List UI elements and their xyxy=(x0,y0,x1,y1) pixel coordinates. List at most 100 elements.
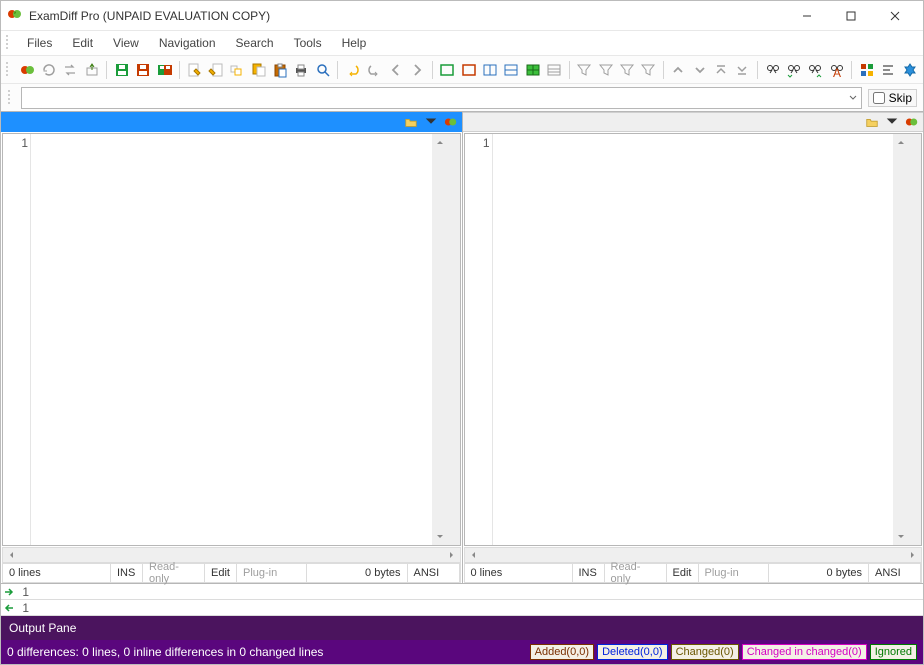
output-pane-label: Output Pane xyxy=(9,621,76,635)
compare-right-icon[interactable] xyxy=(903,113,921,131)
vscrollbar-left[interactable] xyxy=(432,134,448,545)
editor-right[interactable] xyxy=(493,134,894,545)
scroll-left-icon[interactable] xyxy=(3,548,19,562)
scroll-right-icon[interactable] xyxy=(444,548,460,562)
status-ignored[interactable]: Ignored xyxy=(870,644,917,660)
layout-grid-icon[interactable] xyxy=(523,59,542,81)
menu-tools[interactable]: Tools xyxy=(284,33,332,53)
search-input[interactable] xyxy=(21,87,862,109)
open-file-left-icon[interactable] xyxy=(402,113,420,131)
status-plugin: Plug-in xyxy=(237,564,307,582)
filter-4-icon[interactable] xyxy=(639,59,658,81)
preview-icon[interactable] xyxy=(313,59,332,81)
status-message: 0 differences: 0 lines, 0 inline differe… xyxy=(7,645,527,659)
output-pane-title[interactable]: Output Pane xyxy=(1,616,923,640)
copy-line-icon[interactable] xyxy=(228,59,247,81)
main-split: 1 0 lines INS Read-only Edit Plug-in 0 b… xyxy=(1,111,923,583)
filter-3-icon[interactable] xyxy=(617,59,636,81)
copy-block-icon[interactable] xyxy=(249,59,268,81)
sync-arrow-left-icon[interactable] xyxy=(1,603,17,613)
close-button[interactable] xyxy=(873,1,917,31)
compare-icon[interactable] xyxy=(18,59,37,81)
scroll-right-icon[interactable] xyxy=(905,548,921,562)
edit-left-icon[interactable] xyxy=(185,59,204,81)
scroll-down-icon[interactable] xyxy=(432,529,448,545)
open-dropdown-left-icon[interactable] xyxy=(422,113,440,131)
extension-icon[interactable] xyxy=(900,59,919,81)
editor-left[interactable] xyxy=(31,134,432,545)
save-left-icon[interactable] xyxy=(112,59,131,81)
skip-checkbox[interactable] xyxy=(873,92,885,104)
minimize-button[interactable] xyxy=(785,1,829,31)
hscrollbar-right[interactable] xyxy=(464,547,923,563)
redo-icon[interactable] xyxy=(365,59,384,81)
paste-icon[interactable] xyxy=(270,59,289,81)
diffbar-right[interactable] xyxy=(909,134,921,545)
hscrollbar-left[interactable] xyxy=(2,547,461,563)
window-title: ExamDiff Pro (UNPAID EVALUATION COPY) xyxy=(29,9,785,23)
nav-back-icon[interactable] xyxy=(386,59,405,81)
menu-navigation[interactable]: Navigation xyxy=(149,33,226,53)
layout-none-icon[interactable] xyxy=(438,59,457,81)
layout-mix-icon[interactable] xyxy=(544,59,563,81)
find-3-icon[interactable] xyxy=(806,59,825,81)
save-right-icon[interactable] xyxy=(134,59,153,81)
status-changed[interactable]: Changed(0) xyxy=(671,644,739,660)
search-gripper-icon[interactable] xyxy=(7,89,15,107)
status-bytes: 0 bytes xyxy=(307,564,408,582)
open-dropdown-right-icon[interactable] xyxy=(883,113,901,131)
undo-icon[interactable] xyxy=(343,59,362,81)
filter-2-icon[interactable] xyxy=(596,59,615,81)
layout-split-h-icon[interactable] xyxy=(480,59,499,81)
menu-help[interactable]: Help xyxy=(332,33,377,53)
swap-icon[interactable] xyxy=(61,59,80,81)
options-icon[interactable] xyxy=(857,59,876,81)
menubar-gripper-icon[interactable] xyxy=(5,34,13,52)
search-dropdown-icon[interactable] xyxy=(846,91,860,105)
sync-row: 1 xyxy=(1,584,923,600)
sync-number: 1 xyxy=(17,585,31,599)
status-deleted[interactable]: Deleted(0,0) xyxy=(597,644,668,660)
maximize-button[interactable] xyxy=(829,1,873,31)
sync-arrow-right-icon[interactable] xyxy=(1,587,17,597)
menu-view[interactable]: View xyxy=(103,33,149,53)
align-icon[interactable] xyxy=(879,59,898,81)
nav-bottom-icon[interactable] xyxy=(733,59,752,81)
pane-left: 1 0 lines INS Read-only Edit Plug-in 0 b… xyxy=(1,112,463,583)
scroll-up-icon[interactable] xyxy=(432,134,448,150)
search-row: Skip xyxy=(1,83,923,111)
menu-files[interactable]: Files xyxy=(17,33,62,53)
diffbar-left[interactable] xyxy=(448,134,460,545)
scroll-up-icon[interactable] xyxy=(893,134,909,150)
save-both-icon[interactable] xyxy=(155,59,174,81)
vscrollbar-right[interactable] xyxy=(893,134,909,545)
layout-split-v-icon[interactable] xyxy=(502,59,521,81)
statusbar: 0 differences: 0 lines, 0 inline differe… xyxy=(1,640,923,664)
scroll-left-icon[interactable] xyxy=(465,548,481,562)
nav-forward-icon[interactable] xyxy=(407,59,426,81)
toolbar-gripper-icon[interactable] xyxy=(5,61,12,79)
find-2-icon[interactable] xyxy=(784,59,803,81)
print-icon[interactable] xyxy=(292,59,311,81)
refresh-icon[interactable] xyxy=(39,59,58,81)
pane-right: 1 0 lines INS Read-only Edit Plug-in 0 b… xyxy=(463,112,924,583)
menu-search[interactable]: Search xyxy=(226,33,284,53)
export-icon[interactable] xyxy=(82,59,101,81)
filter-1-icon[interactable] xyxy=(574,59,593,81)
scroll-down-icon[interactable] xyxy=(893,529,909,545)
find-1-icon[interactable] xyxy=(763,59,782,81)
nav-top-icon[interactable] xyxy=(711,59,730,81)
status-changed-in-changed[interactable]: Changed in changed(0) xyxy=(742,644,867,660)
layout-single-icon[interactable] xyxy=(459,59,478,81)
status-added[interactable]: Added(0,0) xyxy=(530,644,594,660)
menu-edit[interactable]: Edit xyxy=(62,33,103,53)
open-file-right-icon[interactable] xyxy=(863,113,881,131)
edit-right-icon[interactable] xyxy=(206,59,225,81)
nav-up-icon[interactable] xyxy=(669,59,688,81)
pane-left-status: 0 lines INS Read-only Edit Plug-in 0 byt… xyxy=(2,563,461,583)
toolbar: A xyxy=(1,55,923,83)
compare-left-icon[interactable] xyxy=(442,113,460,131)
skip-checkbox-group[interactable]: Skip xyxy=(868,89,917,107)
find-4-icon[interactable]: A xyxy=(827,59,846,81)
nav-down-icon[interactable] xyxy=(690,59,709,81)
